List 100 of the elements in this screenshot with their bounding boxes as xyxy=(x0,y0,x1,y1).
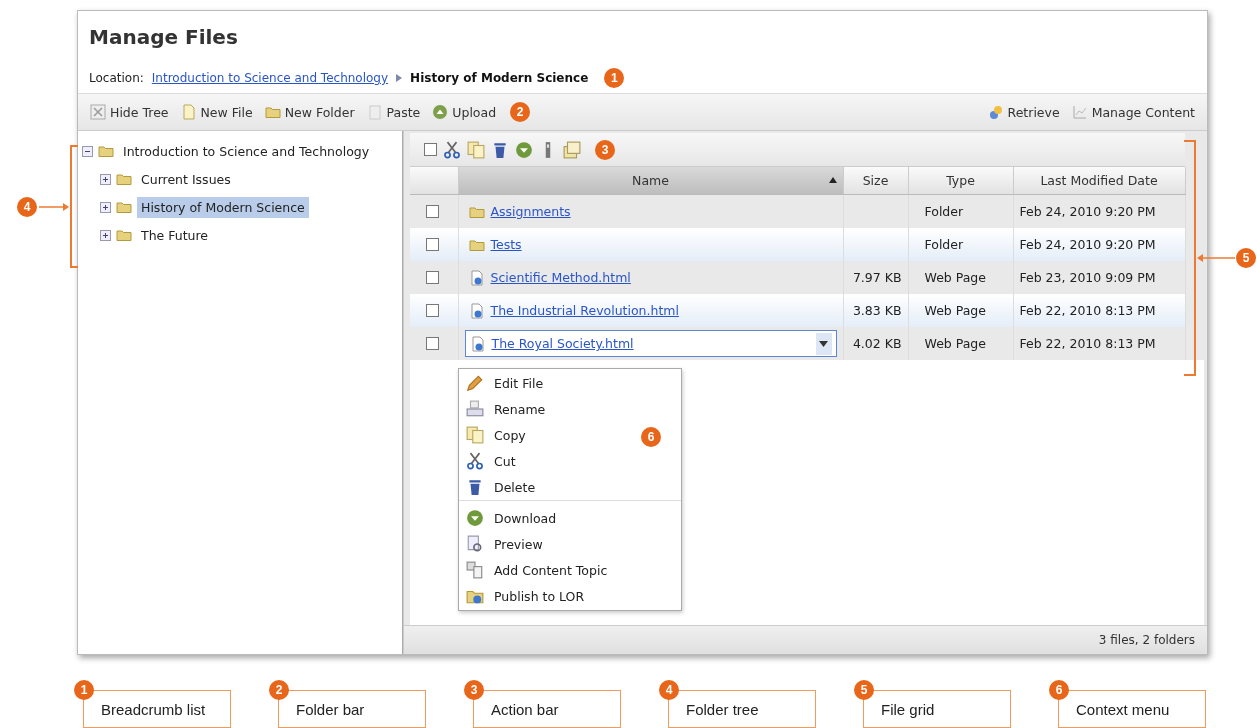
legend-label: Action bar xyxy=(491,700,559,718)
download-icon xyxy=(466,509,484,527)
menu-item[interactable]: Cut xyxy=(459,448,681,474)
toolbar-button[interactable]: Paste xyxy=(360,99,427,125)
checkbox[interactable] xyxy=(426,271,439,284)
callout-badge: 5 xyxy=(854,680,874,700)
checkbox[interactable] xyxy=(426,238,439,251)
rename-icon xyxy=(466,400,484,418)
document-icon xyxy=(180,104,197,120)
callout-badge: 4 xyxy=(659,680,679,700)
table-cell: Folder xyxy=(924,237,964,252)
location-label: Location: xyxy=(89,71,144,85)
copy-icon xyxy=(467,140,485,159)
caret-icon xyxy=(819,340,828,347)
table-cell: Web Page xyxy=(924,270,986,285)
toolbar-button[interactable]: Retrieve xyxy=(981,99,1066,125)
checkbox[interactable] xyxy=(426,337,439,350)
package-icon xyxy=(563,140,581,159)
folder-icon xyxy=(116,227,132,243)
toolbar-button[interactable]: New Folder xyxy=(258,99,361,125)
trash-icon xyxy=(466,478,484,496)
expand-icon[interactable] xyxy=(100,173,111,185)
menu-item[interactable]: Add Content Topic xyxy=(459,557,681,583)
page-title: Manage Files xyxy=(89,24,239,51)
hide-tree-icon xyxy=(90,104,106,120)
separator-icon xyxy=(396,74,403,82)
callout-badge: 1 xyxy=(74,680,94,700)
callout-badge: 4 xyxy=(17,197,37,217)
breadcrumb-link[interactable]: Introduction to Science and Technology xyxy=(151,71,389,85)
scissors-icon xyxy=(466,452,484,470)
legend-label: Folder tree xyxy=(686,700,759,718)
folder-icon xyxy=(264,104,281,120)
menu-item[interactable]: Delete xyxy=(459,474,681,500)
callout-badge: 3 xyxy=(464,680,484,700)
copy-icon xyxy=(466,426,484,444)
expand-icon[interactable] xyxy=(100,201,111,213)
menu-item[interactable]: Download xyxy=(459,505,681,531)
table-cell: Feb 24, 2010 9:20 PM xyxy=(1019,237,1156,252)
folder-icon xyxy=(116,171,132,187)
file-link[interactable]: Assignments xyxy=(490,204,571,219)
retrieve-icon xyxy=(987,104,1004,120)
table-cell: Web Page xyxy=(924,336,986,351)
file-link[interactable]: Scientific Method.html xyxy=(490,270,631,285)
table-cell: Folder xyxy=(924,204,964,219)
toolbar-button[interactable]: Hide Tree xyxy=(84,99,175,125)
tree-item[interactable]: History of Modern Science xyxy=(137,196,309,218)
web-page-icon xyxy=(468,302,485,319)
upload-icon xyxy=(432,104,449,120)
table-cell: 7.97 KB xyxy=(852,270,902,285)
column-header[interactable]: Name xyxy=(632,173,669,188)
trash-icon xyxy=(491,140,509,159)
menu-item[interactable]: Rename xyxy=(459,396,681,422)
topic-icon xyxy=(466,561,484,579)
table-cell: Feb 22, 2010 8:13 PM xyxy=(1019,336,1156,351)
chart-icon xyxy=(1071,104,1088,120)
callout-badge: 1 xyxy=(604,68,625,88)
scissors-icon xyxy=(443,140,461,159)
tree-item[interactable]: The Future xyxy=(137,224,213,246)
column-header[interactable]: Type xyxy=(946,173,975,188)
legend-label: Folder bar xyxy=(296,700,365,718)
arrow-drawing xyxy=(39,203,69,211)
checkbox[interactable] xyxy=(426,205,439,218)
preview-icon xyxy=(466,535,484,553)
web-page-icon xyxy=(468,269,485,286)
table-cell: Feb 24, 2010 9:20 PM xyxy=(1019,204,1156,219)
toolbar-button[interactable]: Manage Content xyxy=(1065,99,1201,125)
checkbox[interactable] xyxy=(426,304,439,317)
legend-label: File grid xyxy=(881,700,935,718)
legend-label: Breadcrumb list xyxy=(101,700,206,718)
clipboard-icon xyxy=(366,104,383,120)
callout-badge: 3 xyxy=(595,139,615,160)
web-page-icon xyxy=(469,335,486,352)
expand-icon[interactable] xyxy=(100,229,111,241)
toolbar-button[interactable]: Upload xyxy=(426,99,503,125)
file-link[interactable]: The Royal Society.html xyxy=(491,336,634,351)
checkbox[interactable] xyxy=(424,143,437,156)
selected-name-field[interactable]: The Royal Society.html xyxy=(464,330,837,357)
callout-badge: 2 xyxy=(269,680,289,700)
menu-item[interactable]: Preview xyxy=(459,531,681,557)
table-cell: 3.83 KB xyxy=(852,303,902,318)
callout-badge: 6 xyxy=(1049,680,1069,700)
breadcrumb-current: History of Modern Science xyxy=(410,71,589,85)
download-icon xyxy=(515,140,533,159)
arrow-drawing xyxy=(1197,254,1235,262)
toolbar-button[interactable]: New File xyxy=(174,99,259,125)
dropdown-button[interactable] xyxy=(815,332,832,355)
menu-item[interactable]: Edit File xyxy=(459,370,681,396)
callout-badge: 5 xyxy=(1236,248,1256,268)
table-cell: Feb 23, 2010 9:09 PM xyxy=(1019,270,1156,285)
tree-item[interactable]: Introduction to Science and Technology xyxy=(119,140,374,162)
callout-badge: 2 xyxy=(510,102,531,122)
status-text: 3 files, 2 folders xyxy=(1098,633,1195,647)
table-cell: Feb 22, 2010 8:13 PM xyxy=(1019,303,1156,318)
menu-item[interactable]: Publish to LOR xyxy=(459,583,681,609)
legend-label: Context menu xyxy=(1076,700,1170,718)
pencil-icon xyxy=(466,374,484,392)
table-cell: Web Page xyxy=(924,303,986,318)
collapse-icon[interactable] xyxy=(82,145,93,157)
file-link[interactable]: Tests xyxy=(490,237,522,252)
tree-item[interactable]: Current Issues xyxy=(137,168,235,190)
